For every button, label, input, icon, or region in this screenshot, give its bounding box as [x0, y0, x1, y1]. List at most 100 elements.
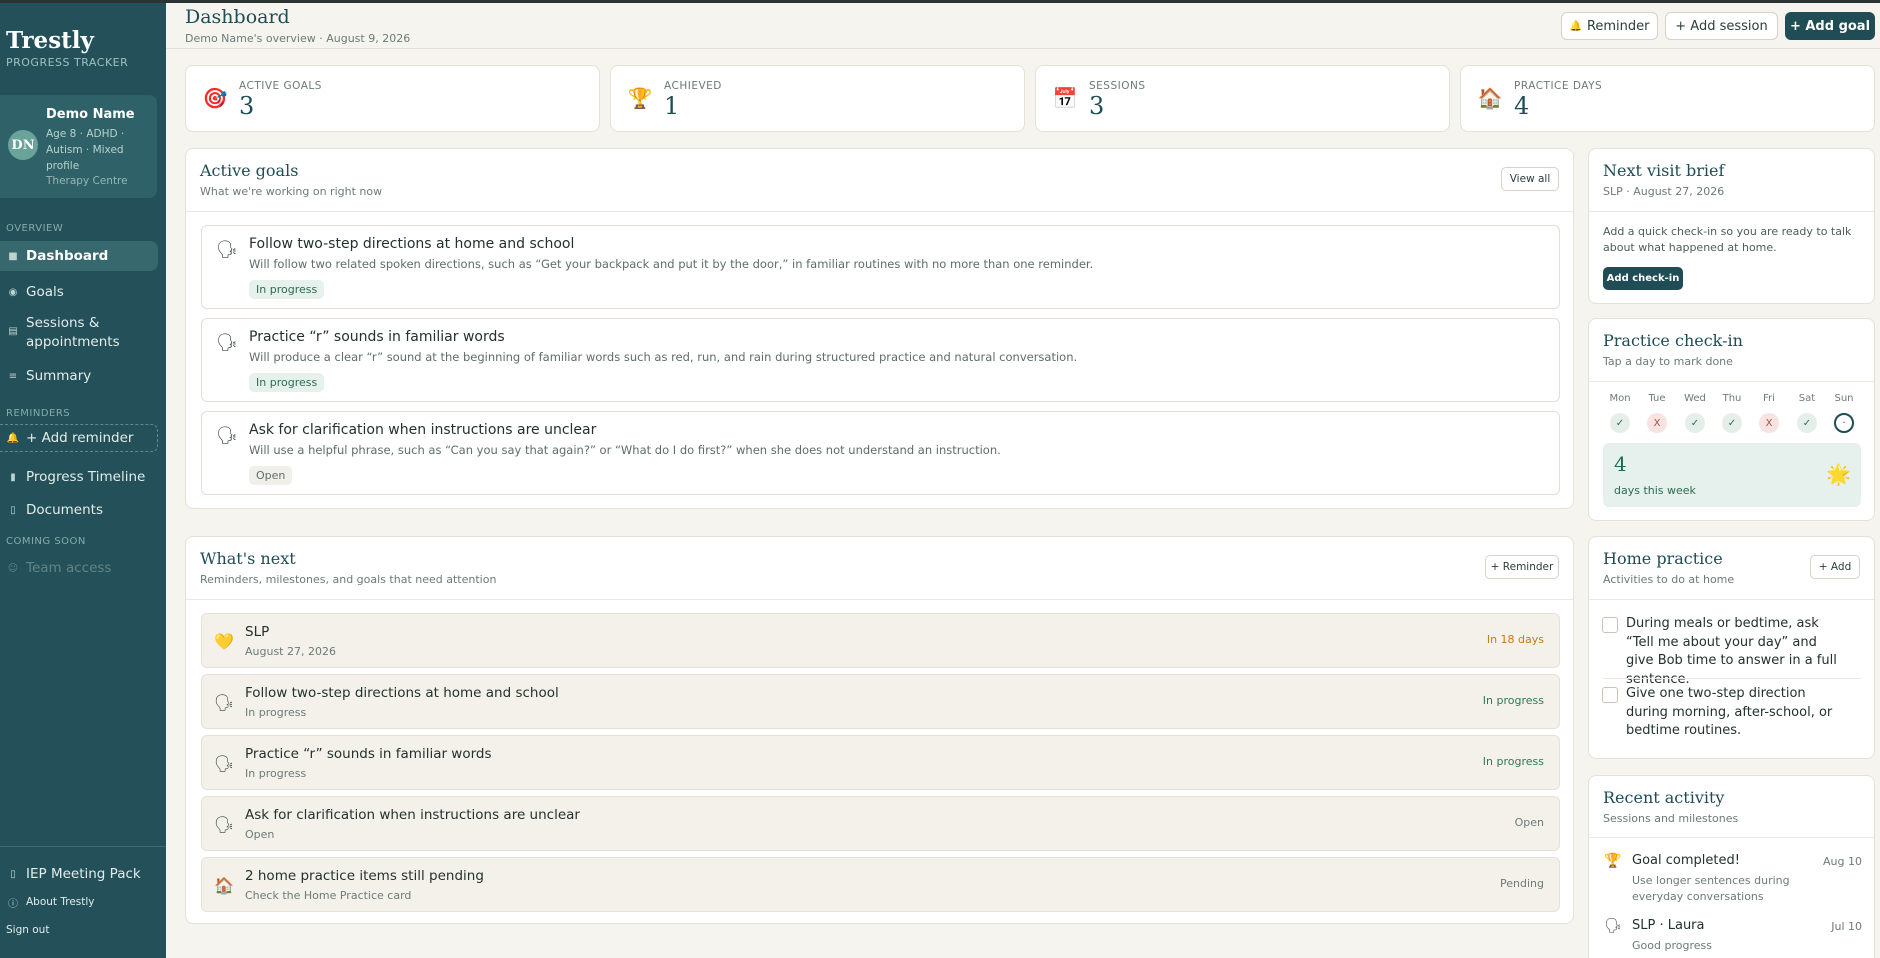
activity-item[interactable]: 🏆 Goal completed! Aug 10 Use longer sent…: [1602, 853, 1862, 905]
stat-card-practice-days[interactable]: 🏠 PRACTICE DAYS 4: [1460, 65, 1875, 132]
sidebar-item-team-access: ☺ Team access: [0, 554, 158, 582]
star-burst-icon: 🌟: [1826, 462, 1851, 486]
profile-name: Demo Name: [46, 107, 135, 122]
card-divider: [186, 211, 1573, 212]
checkbox[interactable]: [1602, 617, 1618, 633]
stat-label: ACTIVE GOALS: [239, 80, 322, 92]
sidebar-item-summary[interactable]: ≡ Summary: [0, 361, 158, 391]
house-icon: 🏠: [214, 875, 234, 895]
section-label-overview: OVERVIEW: [6, 223, 64, 234]
header-divider: [166, 48, 1880, 49]
view-all-button[interactable]: View all: [1501, 167, 1559, 191]
speech-icon: 🗣: [216, 333, 238, 353]
card-divider: [186, 599, 1573, 600]
home-practice-item: Give one two-step direction during morni…: [1602, 685, 1852, 743]
day-toggle-mon[interactable]: ✓: [1610, 413, 1630, 433]
sidebar-item-label: Sessions & appointments: [26, 315, 120, 350]
target-icon: 🎯: [202, 86, 228, 110]
goal-item[interactable]: 🗣 Follow two-step directions at home and…: [201, 225, 1560, 309]
item-status-badge: Open: [1514, 816, 1544, 829]
child-profile-card[interactable]: DN Demo Name Age 8 · ADHD · Autism · Mix…: [0, 95, 157, 198]
status-badge: In progress: [249, 280, 325, 299]
goal-description: Will use a helpful phrase, such as “Can …: [249, 443, 1001, 457]
about-link[interactable]: ⓘ About Trestly: [0, 892, 158, 912]
home-practice-text: Give one two-step direction during morni…: [1626, 686, 1833, 738]
goal-description: Will produce a clear “r” sound at the be…: [249, 350, 1078, 364]
brand-logo[interactable]: Trestly: [6, 27, 94, 54]
stat-label: ACHIEVED: [664, 80, 722, 92]
stat-card-achieved[interactable]: 🏆 ACHIEVED 1: [610, 65, 1025, 132]
add-goal-button[interactable]: + Add goal: [1785, 12, 1875, 40]
add-session-button[interactable]: + Add session: [1665, 12, 1778, 40]
speech-icon: 🗣: [216, 426, 238, 446]
sidebar-item-dashboard[interactable]: ■ Dashboard: [0, 241, 158, 271]
activity-date: Jul 10: [1831, 920, 1862, 933]
card-divider: [1589, 211, 1874, 212]
day-toggle-tue[interactable]: X: [1647, 413, 1667, 433]
goal-description: Will follow two related spoken direction…: [249, 257, 1094, 271]
next-visit-subtitle: SLP · August 27, 2026: [1603, 185, 1725, 198]
home-practice-item: During meals or bedtime, ask “Tell me ab…: [1602, 615, 1852, 687]
item-status-badge: In progress: [1482, 694, 1544, 707]
add-home-practice-button[interactable]: + Add: [1810, 555, 1860, 579]
practice-title: Practice check-in: [1603, 331, 1743, 350]
whats-next-item[interactable]: 🗣 Ask for clarification when instruction…: [201, 796, 1560, 851]
day-label: Sat: [1798, 393, 1816, 404]
item-title: SLP: [245, 624, 270, 640]
stat-value: 1: [664, 92, 680, 120]
item-divider: [1603, 678, 1861, 679]
whats-next-item[interactable]: 🏠 2 home practice items still pending Ch…: [201, 857, 1560, 912]
profile-details: Age 8 · ADHD · Autism · Mixed profile: [46, 128, 125, 172]
whats-next-item[interactable]: 🗣 Practice “r” sounds in familiar words …: [201, 735, 1560, 790]
sidebar-item-iep-meeting-pack[interactable]: ▯ IEP Meeting Pack: [0, 862, 158, 886]
sidebar-item-progress-timeline[interactable]: ▮ Progress Timeline: [0, 463, 158, 491]
activity-item[interactable]: 🗣 SLP · Laura Jul 10 Good progress: [1602, 918, 1862, 956]
sidebar-item-documents[interactable]: ▯ Documents: [0, 496, 158, 524]
item-due-badge: In 18 days: [1486, 633, 1544, 646]
avatar: DN: [8, 130, 38, 160]
day-label: Mon: [1609, 393, 1631, 404]
stat-card-sessions[interactable]: 📅 SESSIONS 3: [1035, 65, 1450, 132]
dashboard-icon: ■: [8, 250, 18, 262]
stat-card-active-goals[interactable]: 🎯 ACTIVE GOALS 3: [185, 65, 600, 132]
whats-next-item[interactable]: 💛 SLP August 27, 2026 In 18 days: [201, 613, 1560, 668]
checkbox[interactable]: [1602, 687, 1618, 703]
day-toggle-thu[interactable]: ✓: [1722, 413, 1742, 433]
goal-item[interactable]: 🗣 Practice “r” sounds in familiar words …: [201, 318, 1560, 402]
item-title: Follow two-step directions at home and s…: [245, 685, 559, 701]
info-icon: ⓘ: [8, 898, 18, 910]
practice-count: 4: [1614, 452, 1627, 476]
trophy-icon: 🏆: [1604, 853, 1622, 869]
practice-summary-box: 4 days this week 🌟: [1603, 443, 1861, 507]
day-toggle-fri[interactable]: X: [1759, 413, 1779, 433]
item-subtitle: Check the Home Practice card: [245, 889, 412, 902]
active-goals-subtitle: What we're working on right now: [200, 185, 383, 198]
card-divider: [1589, 599, 1874, 600]
day-toggle-sat[interactable]: ✓: [1797, 413, 1817, 433]
item-subtitle: Open: [245, 828, 275, 841]
sidebar-item-label: Progress Timeline: [26, 469, 146, 485]
trophy-icon: 🏆: [627, 86, 653, 110]
whats-next-title: What's next: [200, 549, 296, 568]
list-icon: ≡: [8, 370, 18, 382]
sidebar-item-sessions[interactable]: ▤ Sessions & appointments: [0, 312, 158, 356]
speech-icon: 🗣: [213, 814, 235, 834]
goal-item[interactable]: 🗣 Ask for clarification when instruction…: [201, 411, 1560, 495]
whats-next-item[interactable]: 🗣 Follow two-step directions at home and…: [201, 674, 1560, 729]
add-reminder-button[interactable]: 🔔 + Add reminder: [0, 424, 158, 452]
sign-out-link[interactable]: Sign out: [0, 920, 158, 940]
reminder-button[interactable]: 🔔 Reminder: [1561, 12, 1658, 40]
speech-icon: 🗣: [213, 753, 235, 773]
profile-organization: Therapy Centre: [46, 175, 128, 187]
day-label: Fri: [1763, 393, 1775, 404]
status-badge: Open: [249, 466, 293, 485]
day-toggle-wed[interactable]: ✓: [1685, 413, 1705, 433]
day-toggle-sun[interactable]: ·: [1834, 413, 1854, 433]
sidebar-item-goals[interactable]: ◉ Goals: [0, 277, 158, 307]
goal-title: Practice “r” sounds in familiar words: [249, 329, 505, 345]
add-check-in-button[interactable]: Add check-in: [1603, 267, 1683, 290]
document-icon: ▯: [10, 504, 16, 516]
add-reminder-button[interactable]: + Reminder: [1485, 555, 1559, 579]
item-subtitle: August 27, 2026: [245, 645, 336, 658]
window-top-edge: [0, 0, 1880, 3]
